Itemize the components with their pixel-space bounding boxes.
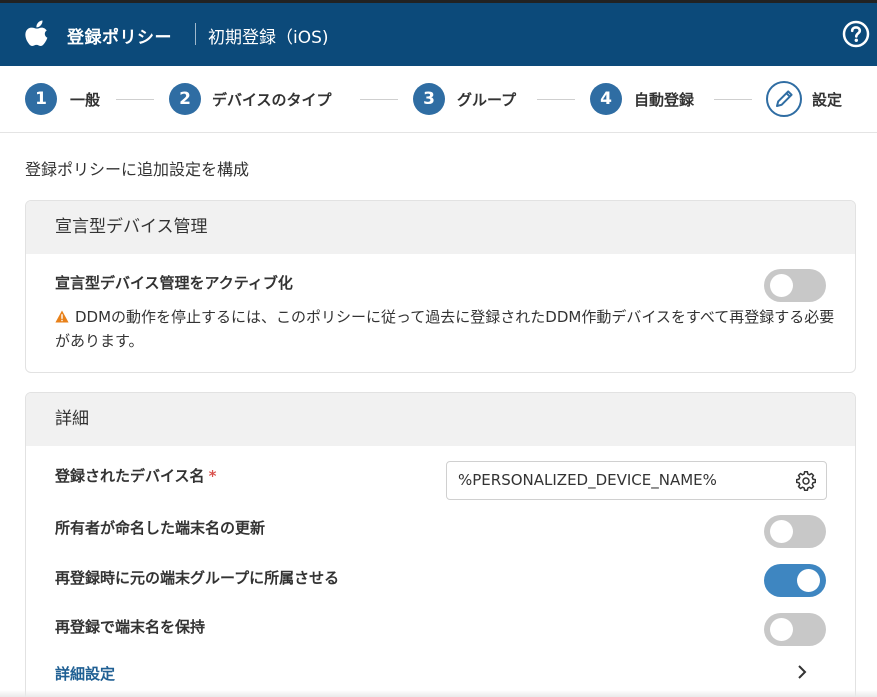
help-circle-icon[interactable] <box>842 20 870 48</box>
device-name-label-text: 登録されたデバイス名 <box>55 467 205 485</box>
reenroll-group-toggle[interactable] <box>764 564 826 597</box>
step-connector <box>714 99 752 100</box>
step-connector <box>116 99 154 100</box>
toggle-knob <box>770 618 793 641</box>
page-title: 登録ポリシー <box>67 28 172 48</box>
required-mark: * <box>208 467 217 485</box>
step-5-label[interactable]: 設定 <box>812 89 842 110</box>
owner-rename-label: 所有者が命名した端末名の更新 <box>55 519 266 537</box>
step-3-number[interactable]: 3 <box>413 83 445 115</box>
app-header: 登録ポリシー 初期登録（iOS) <box>0 3 877 66</box>
step-1-label[interactable]: 一般 <box>70 89 100 110</box>
step-2-number[interactable]: 2 <box>169 83 201 115</box>
toggle-knob <box>797 569 820 592</box>
title-divider <box>195 23 196 45</box>
pencil-icon <box>776 90 793 107</box>
page-subtitle: 初期登録（iOS) <box>208 28 329 48</box>
toggle-knob <box>770 520 793 543</box>
device-name-label: 登録されたデバイス名 * <box>55 465 216 486</box>
ddm-activate-label: 宣言型デバイス管理をアクティブ化 <box>55 274 293 292</box>
ddm-warning: DDMの動作を停止するには、このポリシーに従って過去に登録されたDDM作動デバイ… <box>55 305 835 353</box>
step-connector <box>360 99 398 100</box>
ddm-card-title: 宣言型デバイス管理 <box>26 201 855 254</box>
step-2-label[interactable]: デバイスのタイプ <box>212 89 332 110</box>
apple-logo-icon <box>25 20 48 46</box>
chevron-right-icon[interactable] <box>796 664 808 680</box>
gear-icon[interactable] <box>796 471 816 491</box>
warning-triangle-icon <box>55 310 69 323</box>
step-4-label[interactable]: 自動登録 <box>634 89 694 110</box>
step-1-number[interactable]: 1 <box>25 83 57 115</box>
advanced-settings-link[interactable]: 詳細設定 <box>55 663 115 684</box>
details-card: 詳細 登録されたデバイス名 * %PERSONALIZED_DEVICE_NAME… <box>25 392 856 697</box>
ddm-activate-toggle[interactable] <box>764 269 826 302</box>
wizard-stepper: 1 一般 2 デバイスのタイプ 3 グループ 4 自動登録 設定 <box>0 66 877 133</box>
bottom-edge-shadow <box>0 690 877 697</box>
step-5-current[interactable] <box>766 81 802 117</box>
keep-name-label: 再登録で端末名を保持 <box>55 618 206 636</box>
reenroll-group-label: 再登録時に元の端末グループに所属させる <box>55 569 340 587</box>
owner-rename-toggle[interactable] <box>764 515 826 548</box>
ddm-card: 宣言型デバイス管理 宣言型デバイス管理をアクティブ化 DDMの動作を停止するには… <box>25 200 856 373</box>
toggle-knob <box>770 274 793 297</box>
section-intro: 登録ポリシーに追加設定を構成 <box>25 160 250 179</box>
device-name-value[interactable]: %PERSONALIZED_DEVICE_NAME% <box>458 471 717 489</box>
step-4-number[interactable]: 4 <box>590 83 622 115</box>
step-3-label[interactable]: グループ <box>457 89 516 110</box>
keep-name-toggle[interactable] <box>764 613 826 646</box>
details-card-title: 詳細 <box>26 393 855 446</box>
step-connector <box>537 99 575 100</box>
ddm-warning-text: DDMの動作を停止するには、このポリシーに従って過去に登録されたDDM作動デバイ… <box>55 308 835 350</box>
device-name-field[interactable]: %PERSONALIZED_DEVICE_NAME% <box>446 461 827 500</box>
